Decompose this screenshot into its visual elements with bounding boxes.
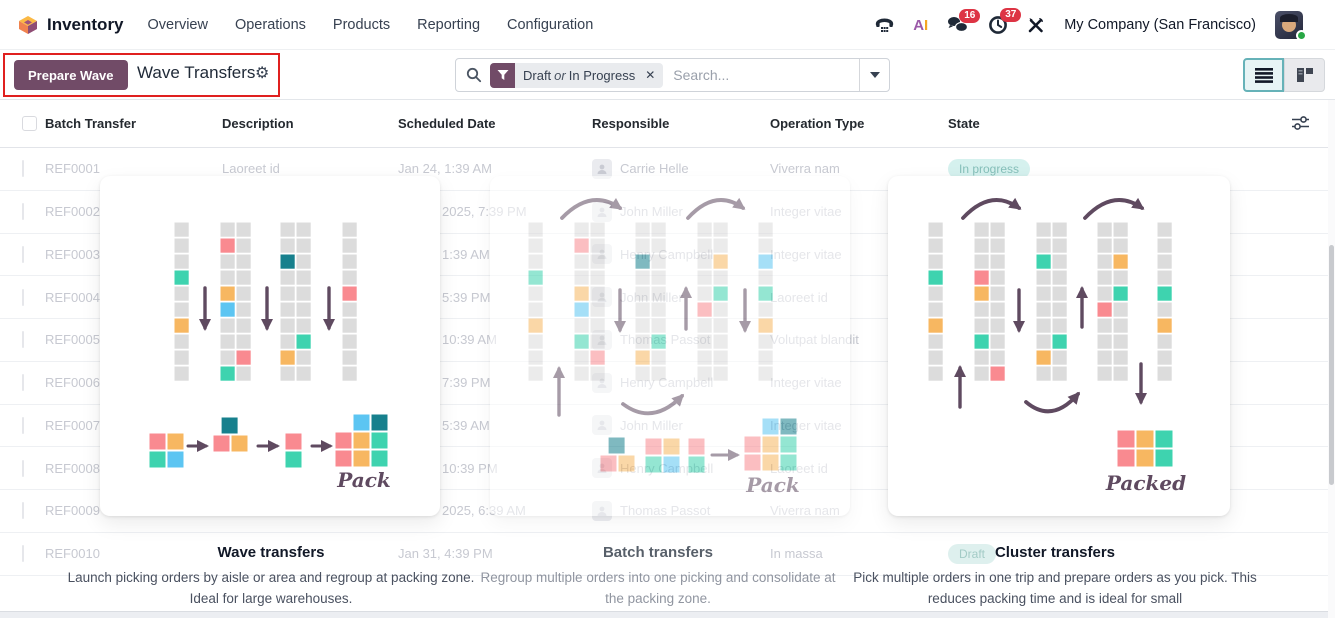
row-checkbox-cell <box>0 290 45 305</box>
col-batch-transfer[interactable]: Batch Transfer <box>45 116 222 131</box>
row-checkbox[interactable] <box>22 417 24 434</box>
wave-transfers-title: Wave transfers <box>61 544 481 561</box>
row-checkbox-cell <box>0 161 45 176</box>
row-checkbox-cell <box>0 546 45 561</box>
col-description[interactable]: Description <box>222 116 398 131</box>
gear-icon[interactable]: ⚙ <box>255 63 269 83</box>
systray: AI 16 37 <box>875 0 1321 50</box>
filter-facet[interactable]: DraftorIn Progress ✕ <box>490 63 663 88</box>
app-name: Inventory <box>47 15 124 35</box>
messages-icon[interactable]: 16 <box>947 16 969 34</box>
cluster-transfers-description: Pick multiple orders in one trip and pre… <box>845 568 1265 610</box>
facet-remove-icon[interactable]: ✕ <box>643 68 663 82</box>
view-switcher <box>1243 58 1325 92</box>
batch-transfers-description: Regroup multiple orders into one picking… <box>473 568 843 610</box>
col-responsible[interactable]: Responsible <box>592 116 770 131</box>
col-operation-type[interactable]: Operation Type <box>770 116 948 131</box>
search-dropdown-toggle[interactable] <box>859 59 889 91</box>
row-checkbox[interactable] <box>22 246 24 263</box>
row-checkbox-cell <box>0 204 45 219</box>
wave-transfers-card: Pack <box>100 176 440 516</box>
facet-joiner: or <box>551 68 569 83</box>
row-checkbox-cell <box>0 418 45 433</box>
main-menu: Overview Operations Products Reporting C… <box>148 17 594 33</box>
cluster-transfers-card: Packed <box>888 176 1230 516</box>
select-all-checkbox[interactable] <box>22 116 37 131</box>
voip-phone-icon[interactable] <box>875 17 894 34</box>
messages-count-badge: 16 <box>959 9 980 23</box>
svg-text:Pack: Pack <box>336 468 391 492</box>
online-status-dot <box>1296 30 1307 41</box>
search-input[interactable] <box>673 67 859 83</box>
vertical-scrollbar <box>1328 100 1335 618</box>
row-checkbox[interactable] <box>22 545 24 562</box>
ai-icon[interactable]: AI <box>913 17 928 34</box>
list-view-button[interactable] <box>1243 58 1284 92</box>
kanban-view-icon <box>1296 67 1314 83</box>
bottom-edge-strip <box>0 611 1335 618</box>
row-checkbox[interactable] <box>22 460 24 477</box>
filter-funnel-icon <box>490 63 515 88</box>
menu-operations[interactable]: Operations <box>235 17 306 33</box>
menu-reporting[interactable]: Reporting <box>417 17 480 33</box>
cluster-transfers-title: Cluster transfers <box>845 544 1265 561</box>
company-selector[interactable]: My Company (San Francisco) <box>1064 17 1256 33</box>
activities-count-badge: 37 <box>1000 8 1021 22</box>
row-checkbox[interactable] <box>22 203 24 220</box>
inventory-app-page: Inventory Overview Operations Products R… <box>0 0 1335 618</box>
row-checkbox[interactable] <box>22 331 24 348</box>
batch-transfers-title: Batch transfers <box>473 544 843 561</box>
wave-transfers-illustration: Pack <box>100 172 440 516</box>
svg-text:Pack: Pack <box>745 473 800 497</box>
wave-transfers-caption: Wave transfers Launch picking orders by … <box>61 544 481 610</box>
wave-transfers-description: Launch picking orders by aisle or area a… <box>61 568 481 610</box>
row-checkbox[interactable] <box>22 289 24 306</box>
control-panel: Prepare Wave Wave Transfers ⚙ DraftorIn … <box>0 50 1335 100</box>
activities-clock-icon[interactable]: 37 <box>988 15 1008 35</box>
inventory-app-icon <box>18 15 38 35</box>
search-bar: DraftorIn Progress ✕ <box>455 58 890 92</box>
scrollbar-thumb[interactable] <box>1329 245 1334 485</box>
support-tools-icon[interactable] <box>1027 16 1045 34</box>
table-header: Batch Transfer Description Scheduled Dat… <box>0 100 1335 148</box>
cluster-transfers-illustration: Packed <box>888 172 1230 516</box>
search-icon <box>466 67 482 83</box>
row-checkbox-cell <box>0 332 45 347</box>
batch-transfers-caption: Batch transfers Regroup multiple orders … <box>473 544 843 610</box>
menu-overview[interactable]: Overview <box>148 17 208 33</box>
batch-transfers-card: Pack <box>490 176 850 516</box>
row-checkbox-cell <box>0 375 45 390</box>
row-checkbox-cell <box>0 247 45 262</box>
batch-transfers-illustration: Pack <box>490 172 850 516</box>
page-title: Wave Transfers <box>137 63 255 83</box>
list-view-icon <box>1255 68 1273 83</box>
kanban-view-button[interactable] <box>1284 58 1325 92</box>
menu-products[interactable]: Products <box>333 17 390 33</box>
optional-columns-icon[interactable] <box>1292 116 1309 133</box>
prepare-wave-button[interactable]: Prepare Wave <box>14 60 128 90</box>
app-header: Inventory Overview Operations Products R… <box>0 0 1335 50</box>
cluster-transfers-caption: Cluster transfers Pick multiple orders i… <box>845 544 1265 610</box>
filter-facet-label: DraftorIn Progress <box>515 68 643 83</box>
row-checkbox-cell <box>0 461 45 476</box>
row-checkbox[interactable] <box>22 160 24 177</box>
chevron-down-icon <box>870 72 880 78</box>
avatar-hair <box>1280 14 1298 22</box>
col-scheduled-date[interactable]: Scheduled Date <box>398 116 592 131</box>
row-checkbox[interactable] <box>22 374 24 391</box>
app-switcher[interactable]: Inventory <box>18 15 124 35</box>
row-checkbox[interactable] <box>22 502 24 519</box>
menu-configuration[interactable]: Configuration <box>507 17 593 33</box>
row-checkbox-cell <box>0 503 45 518</box>
svg-text:Packed: Packed <box>1105 471 1186 495</box>
col-state[interactable]: State <box>948 116 1335 131</box>
